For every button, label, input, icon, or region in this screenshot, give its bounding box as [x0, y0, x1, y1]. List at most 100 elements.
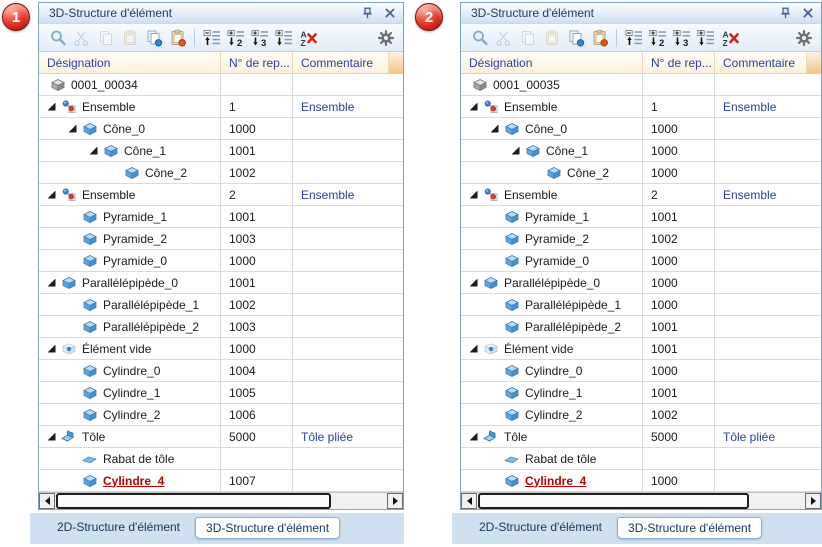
- tab-3d-structure[interactable]: 3D-Structure d'élément: [195, 517, 341, 539]
- close-icon[interactable]: [383, 6, 397, 20]
- expand-all-levels-icon[interactable]: [695, 27, 716, 48]
- table-row[interactable]: Pyramide_1 1001: [39, 206, 403, 228]
- scroll-left-arrow[interactable]: [461, 493, 477, 509]
- tab-2d-structure[interactable]: 2D-Structure d'élément: [47, 517, 190, 539]
- scroll-left-arrow[interactable]: [39, 493, 55, 509]
- expand-to-level-2-icon[interactable]: 2: [225, 27, 246, 48]
- table-row[interactable]: Pyramide_0 1000: [39, 250, 403, 272]
- column-header-name[interactable]: Désignation: [39, 52, 221, 73]
- table-row[interactable]: Élément vide 1000: [39, 338, 403, 360]
- expand-collapse-toggle[interactable]: [507, 146, 524, 155]
- scroll-right-arrow[interactable]: [805, 493, 821, 509]
- table-row[interactable]: Cône_2 1000: [461, 162, 821, 184]
- expand-to-level-3-icon[interactable]: 3: [249, 27, 270, 48]
- table-row[interactable]: Cylindre_0 1004: [39, 360, 403, 382]
- scrollbar-thumb[interactable]: [478, 493, 749, 509]
- table-row[interactable]: Ensemble 2 Ensemble: [39, 184, 403, 206]
- table-row[interactable]: Tôle 5000 Tôle pliée: [461, 426, 821, 448]
- column-header-name[interactable]: Désignation: [461, 52, 643, 73]
- column-header-comment[interactable]: Commentaire: [293, 52, 389, 73]
- copy-icon[interactable]: [517, 27, 538, 48]
- horizontal-scrollbar[interactable]: [461, 492, 821, 509]
- table-row[interactable]: Ensemble 1 Ensemble: [39, 96, 403, 118]
- expand-collapse-toggle[interactable]: [43, 102, 60, 111]
- expand-collapse-toggle[interactable]: [486, 124, 503, 133]
- paste-icon[interactable]: [541, 27, 562, 48]
- table-row[interactable]: Cylindre_4 1000: [461, 470, 821, 492]
- column-header-num[interactable]: N° de rep...: [643, 52, 715, 73]
- expand-collapse-toggle[interactable]: [465, 432, 482, 441]
- expand-all-levels-icon[interactable]: [273, 27, 294, 48]
- search-icon[interactable]: [469, 27, 490, 48]
- expand-collapse-toggle[interactable]: [465, 344, 482, 353]
- pin-icon[interactable]: [360, 6, 374, 20]
- table-row[interactable]: Parallélépipède_0 1001: [39, 272, 403, 294]
- copy-with-id-icon[interactable]: [565, 27, 586, 48]
- collapse-structure-icon[interactable]: [201, 27, 222, 48]
- panel-titlebar[interactable]: 3D-Structure d'élément: [461, 3, 821, 24]
- copy-with-id-icon[interactable]: [143, 27, 164, 48]
- expand-collapse-toggle[interactable]: [465, 278, 482, 287]
- column-header-num[interactable]: N° de rep...: [221, 52, 293, 73]
- paste-with-id-icon[interactable]: [167, 27, 188, 48]
- cut-icon[interactable]: [493, 27, 514, 48]
- expand-collapse-toggle[interactable]: [465, 102, 482, 111]
- horizontal-scrollbar[interactable]: [39, 492, 403, 509]
- table-row[interactable]: Cylindre_2 1002: [461, 404, 821, 426]
- table-row[interactable]: Cône_1 1000: [461, 140, 821, 162]
- table-row[interactable]: Cône_2 1002: [39, 162, 403, 184]
- table-row[interactable]: Parallélépipède_2 1003: [39, 316, 403, 338]
- table-row[interactable]: Cylindre_4 1007: [39, 470, 403, 492]
- paste-icon[interactable]: [119, 27, 140, 48]
- paste-with-id-icon[interactable]: [589, 27, 610, 48]
- column-header-comment[interactable]: Commentaire: [715, 52, 807, 73]
- table-row[interactable]: Rabat de tôle: [39, 448, 403, 470]
- close-icon[interactable]: [801, 6, 815, 20]
- table-row[interactable]: Parallélépipède_0 1000: [461, 272, 821, 294]
- collapse-structure-icon[interactable]: [623, 27, 644, 48]
- table-row[interactable]: Ensemble 2 Ensemble: [461, 184, 821, 206]
- table-row[interactable]: Cône_0 1000: [461, 118, 821, 140]
- expand-collapse-toggle[interactable]: [43, 432, 60, 441]
- cut-icon[interactable]: [71, 27, 92, 48]
- table-row[interactable]: 0001_00035: [461, 74, 821, 96]
- expand-collapse-toggle[interactable]: [43, 278, 60, 287]
- scroll-right-arrow[interactable]: [387, 493, 403, 509]
- table-row[interactable]: 0001_00034: [39, 74, 403, 96]
- table-row[interactable]: Parallélépipède_1 1000: [461, 294, 821, 316]
- expand-to-level-3-icon[interactable]: 3: [671, 27, 692, 48]
- search-icon[interactable]: [47, 27, 68, 48]
- remove-sorting-icon[interactable]: AZ: [719, 27, 740, 48]
- panel-titlebar[interactable]: 3D-Structure d'élément: [39, 3, 403, 24]
- copy-icon[interactable]: [95, 27, 116, 48]
- table-row[interactable]: Pyramide_1 1001: [461, 206, 821, 228]
- expand-collapse-toggle[interactable]: [43, 190, 60, 199]
- table-row[interactable]: Cylindre_1 1005: [39, 382, 403, 404]
- table-row[interactable]: Parallélépipède_2 1001: [461, 316, 821, 338]
- table-row[interactable]: Pyramide_0 1000: [461, 250, 821, 272]
- scrollbar-thumb[interactable]: [56, 493, 331, 509]
- table-row[interactable]: Cône_1 1001: [39, 140, 403, 162]
- expand-collapse-toggle[interactable]: [465, 190, 482, 199]
- expand-collapse-toggle[interactable]: [64, 124, 81, 133]
- table-row[interactable]: Ensemble 1 Ensemble: [461, 96, 821, 118]
- tab-3d-structure[interactable]: 3D-Structure d'élément: [617, 517, 763, 539]
- pin-icon[interactable]: [778, 6, 792, 20]
- table-row[interactable]: Cylindre_0 1000: [461, 360, 821, 382]
- remove-sorting-icon[interactable]: AZ: [297, 27, 318, 48]
- table-row[interactable]: Rabat de tôle: [461, 448, 821, 470]
- expand-collapse-toggle[interactable]: [85, 146, 102, 155]
- table-row[interactable]: Pyramide_2 1003: [39, 228, 403, 250]
- settings-gear-icon[interactable]: [793, 27, 814, 48]
- table-row[interactable]: Cylindre_2 1006: [39, 404, 403, 426]
- table-row[interactable]: Parallélépipède_1 1002: [39, 294, 403, 316]
- expand-to-level-2-icon[interactable]: 2: [647, 27, 668, 48]
- table-row[interactable]: Cylindre_1 1001: [461, 382, 821, 404]
- tab-2d-structure[interactable]: 2D-Structure d'élément: [469, 517, 612, 539]
- settings-gear-icon[interactable]: [375, 27, 396, 48]
- table-row[interactable]: Pyramide_2 1002: [461, 228, 821, 250]
- table-row[interactable]: Élément vide 1001: [461, 338, 821, 360]
- table-row[interactable]: Cône_0 1000: [39, 118, 403, 140]
- expand-collapse-toggle[interactable]: [43, 344, 60, 353]
- table-row[interactable]: Tôle 5000 Tôle pliée: [39, 426, 403, 448]
